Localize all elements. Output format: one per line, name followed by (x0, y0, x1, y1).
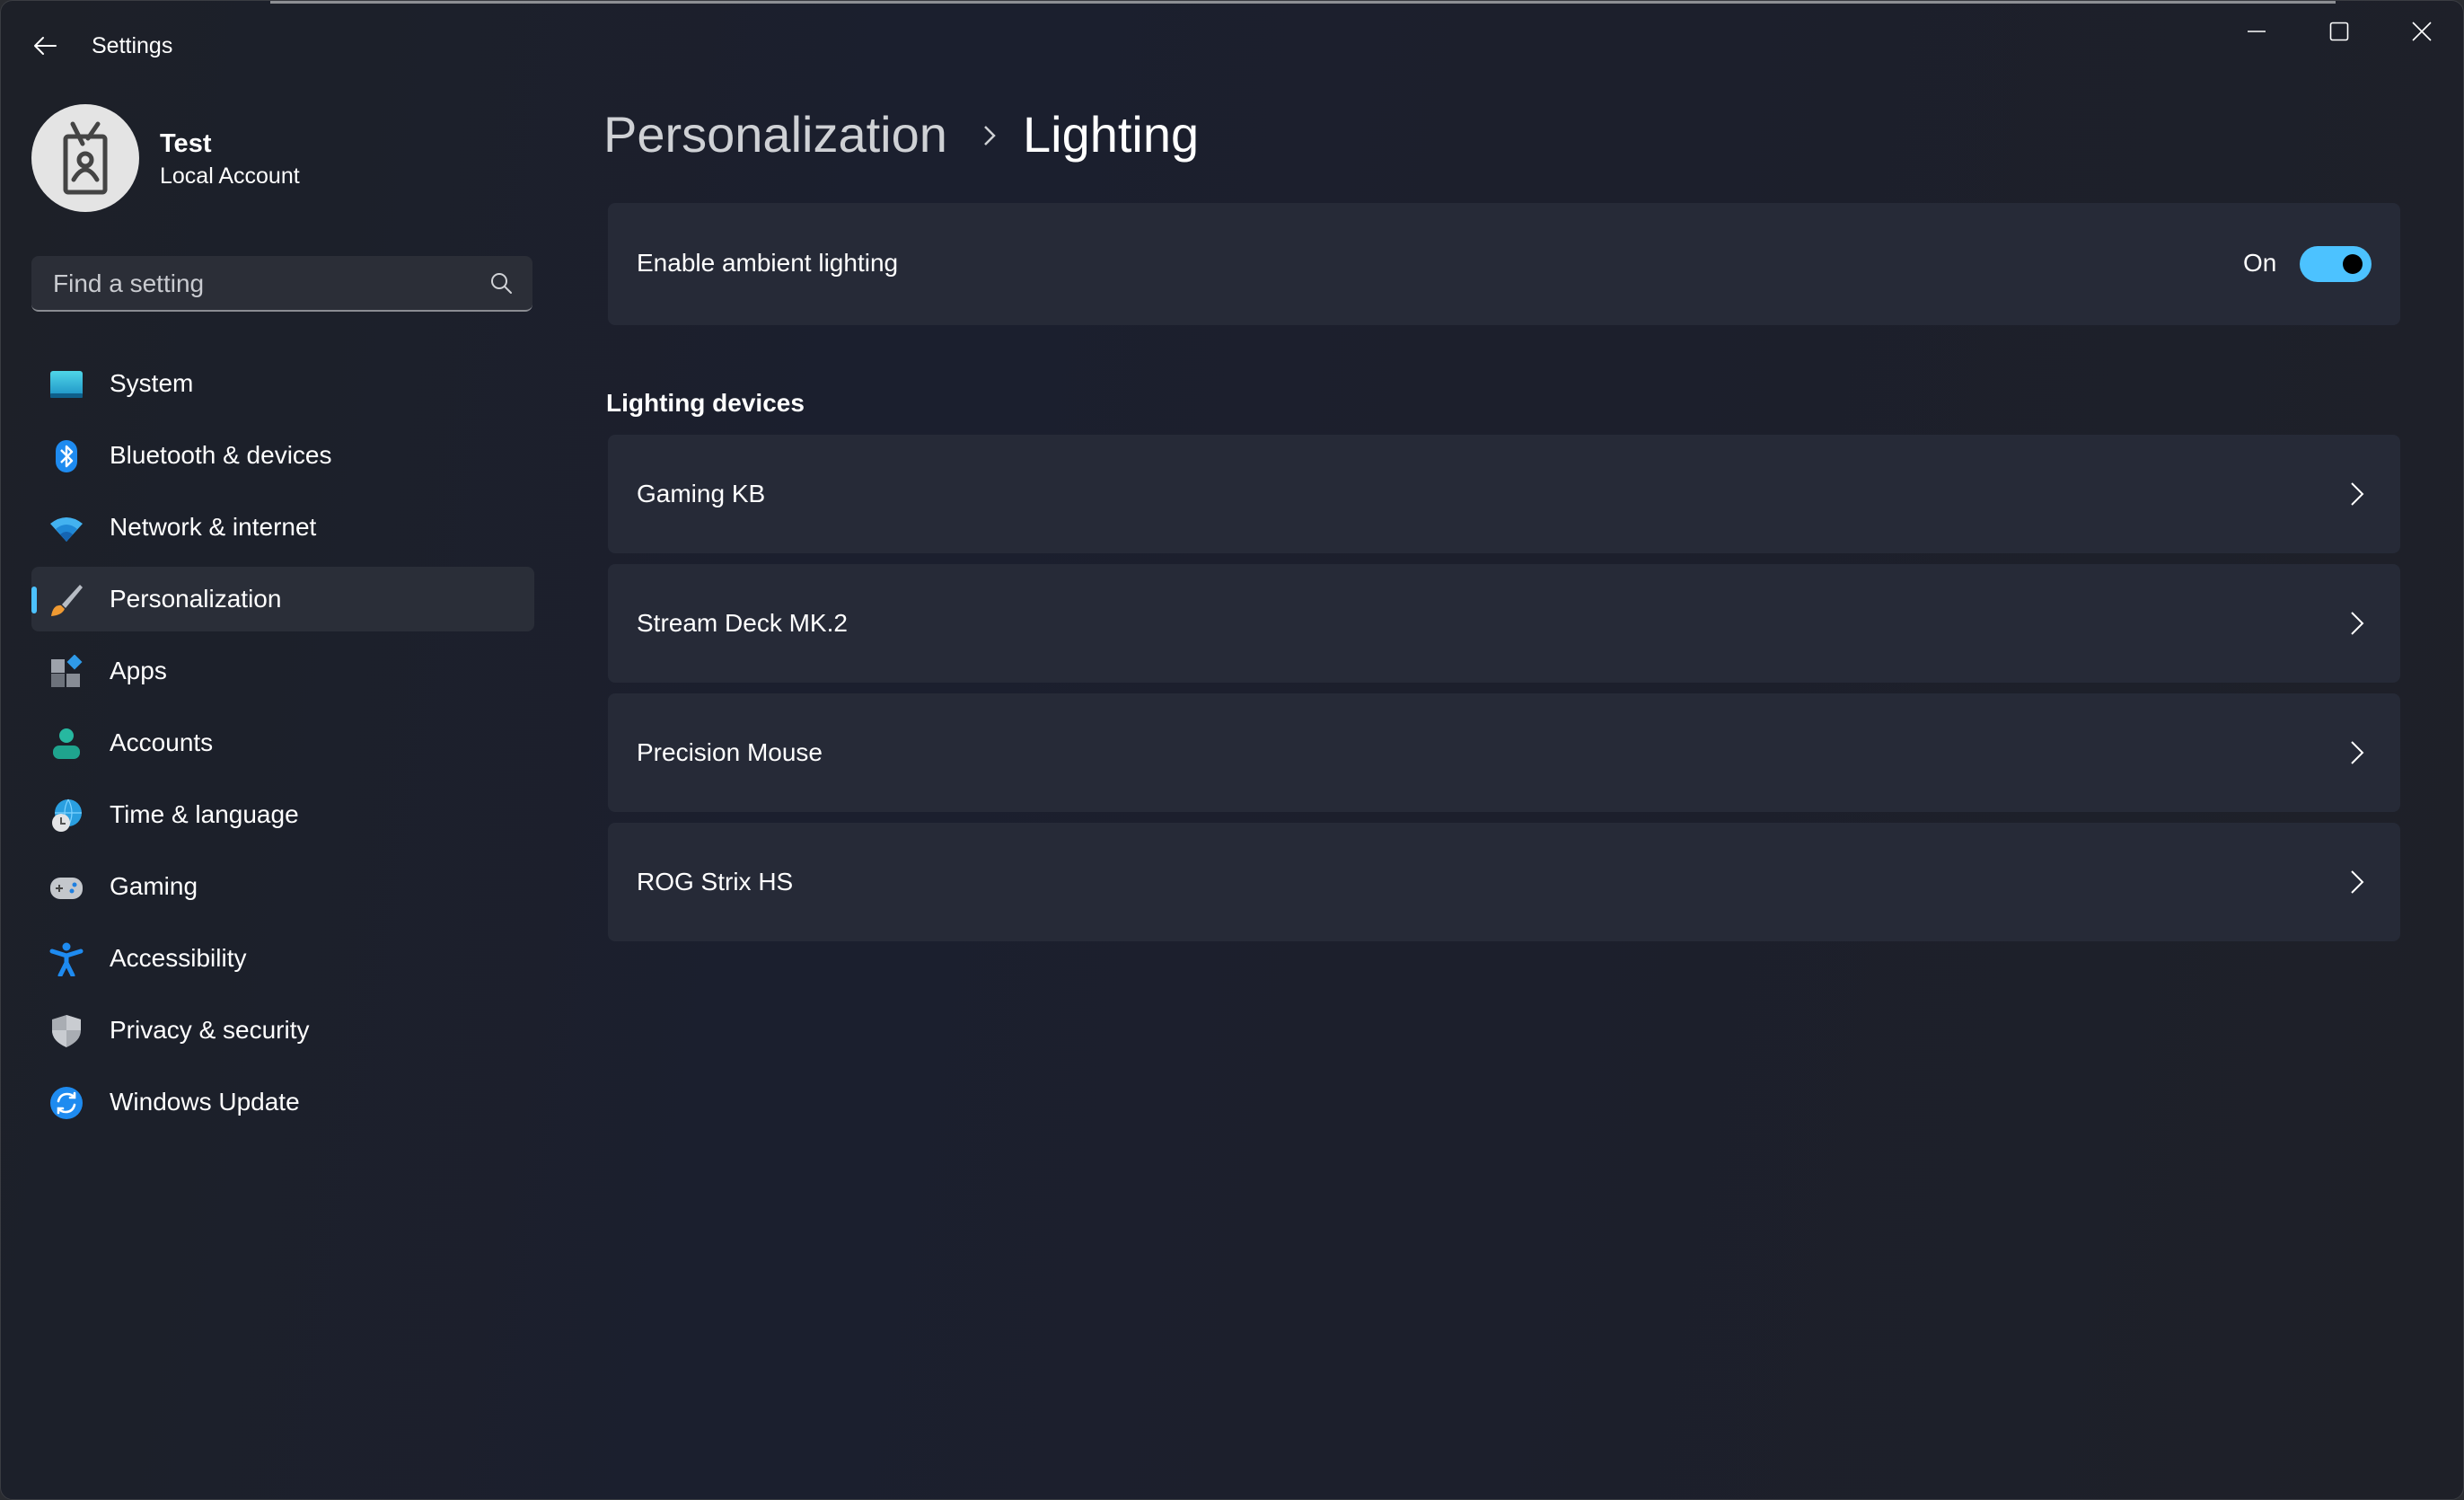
sidebar-item-label: Windows Update (110, 1088, 300, 1116)
device-name: Precision Mouse (637, 738, 823, 766)
device-row[interactable]: Gaming KB (608, 435, 2400, 553)
sidebar-item-system[interactable]: System (31, 351, 534, 416)
id-badge-icon (63, 121, 108, 195)
sidebar-item-windows-update[interactable]: Windows Update (31, 1070, 534, 1134)
device-row[interactable]: ROG Strix HS (608, 823, 2400, 941)
app-title: Settings (92, 33, 173, 58)
sidebar-item-gaming[interactable]: Gaming (31, 854, 534, 919)
bluetooth-icon (56, 440, 77, 472)
account-type: Local Account (160, 163, 300, 189)
sidebar-nav: System Bluetooth & devices Network & int… (31, 351, 534, 1142)
sidebar-item-label: Accounts (110, 728, 214, 756)
sidebar-item-label: Network & internet (110, 513, 317, 541)
wifi-icon (50, 517, 83, 542)
minimize-button[interactable] (2216, 8, 2297, 55)
gamepad-icon (50, 878, 83, 899)
paintbrush-icon (51, 585, 83, 616)
sidebar-item-label: Privacy & security (110, 1016, 310, 1044)
ambient-lighting-label: Enable ambient lighting (637, 249, 899, 277)
chevron-right-icon (2351, 870, 2364, 894)
search-box (31, 256, 532, 312)
back-button[interactable] (22, 26, 67, 66)
selection-indicator (31, 587, 37, 613)
settings-window: Settings Test Local Account Find a setti… (0, 0, 2464, 1500)
accessibility-icon (49, 942, 84, 976)
breadcrumb-chevron-icon (984, 126, 996, 146)
device-row[interactable]: Stream Deck MK.2 (608, 564, 2400, 683)
search-icon[interactable] (489, 271, 513, 295)
toggle-knob (2343, 254, 2363, 274)
ambient-lighting-toggle[interactable] (2300, 246, 2372, 282)
apps-icon (51, 655, 83, 687)
sidebar-item-label: Apps (110, 657, 167, 684)
device-name: ROG Strix HS (637, 868, 794, 896)
device-name: Stream Deck MK.2 (637, 609, 848, 637)
sidebar-item-time-language[interactable]: Time & language (31, 782, 534, 847)
sidebar-item-network[interactable]: Network & internet (31, 495, 534, 560)
toggle-state-label: On (2243, 249, 2277, 277)
device-row[interactable]: Precision Mouse (608, 693, 2400, 812)
sidebar-item-privacy-security[interactable]: Privacy & security (31, 998, 534, 1063)
sidebar-item-label: Accessibility (110, 944, 247, 972)
section-title: Lighting devices (606, 389, 805, 417)
maximize-icon (2329, 22, 2349, 41)
breadcrumb-parent[interactable]: Personalization (603, 105, 947, 163)
sidebar-item-label: Bluetooth & devices (110, 441, 332, 469)
minimize-icon (2248, 31, 2266, 32)
sidebar-item-label: Personalization (110, 585, 282, 613)
page-title: Lighting (1023, 106, 1200, 163)
person-icon (53, 728, 80, 759)
avatar[interactable] (31, 104, 139, 212)
sidebar-item-label: Time & language (110, 800, 299, 828)
ambient-lighting-card: Enable ambient lighting On (608, 203, 2400, 325)
user-name: Test (160, 129, 212, 158)
sidebar-item-accessibility[interactable]: Accessibility (31, 926, 534, 991)
globe-clock-icon (52, 799, 82, 832)
chevron-right-icon (2351, 482, 2364, 506)
sidebar-item-label: Gaming (110, 872, 198, 900)
shield-icon (52, 1015, 81, 1047)
sidebar-item-accounts[interactable]: Accounts (31, 710, 534, 775)
sidebar-item-label: System (110, 369, 194, 397)
sidebar-item-bluetooth[interactable]: Bluetooth & devices (31, 423, 534, 488)
chevron-right-icon (2351, 612, 2364, 635)
sidebar-item-apps[interactable]: Apps (31, 639, 534, 703)
back-arrow-icon (34, 37, 57, 55)
close-button[interactable] (2381, 8, 2462, 55)
maximize-button[interactable] (2299, 8, 2380, 55)
monitor-icon (50, 371, 83, 398)
sync-icon (50, 1087, 83, 1119)
sidebar-item-personalization[interactable]: Personalization (31, 567, 534, 631)
chevron-right-icon (2351, 741, 2364, 764)
close-icon (2412, 22, 2432, 41)
window-top-edge (270, 1, 2336, 4)
device-name: Gaming KB (637, 480, 766, 507)
search-input[interactable] (51, 263, 468, 304)
